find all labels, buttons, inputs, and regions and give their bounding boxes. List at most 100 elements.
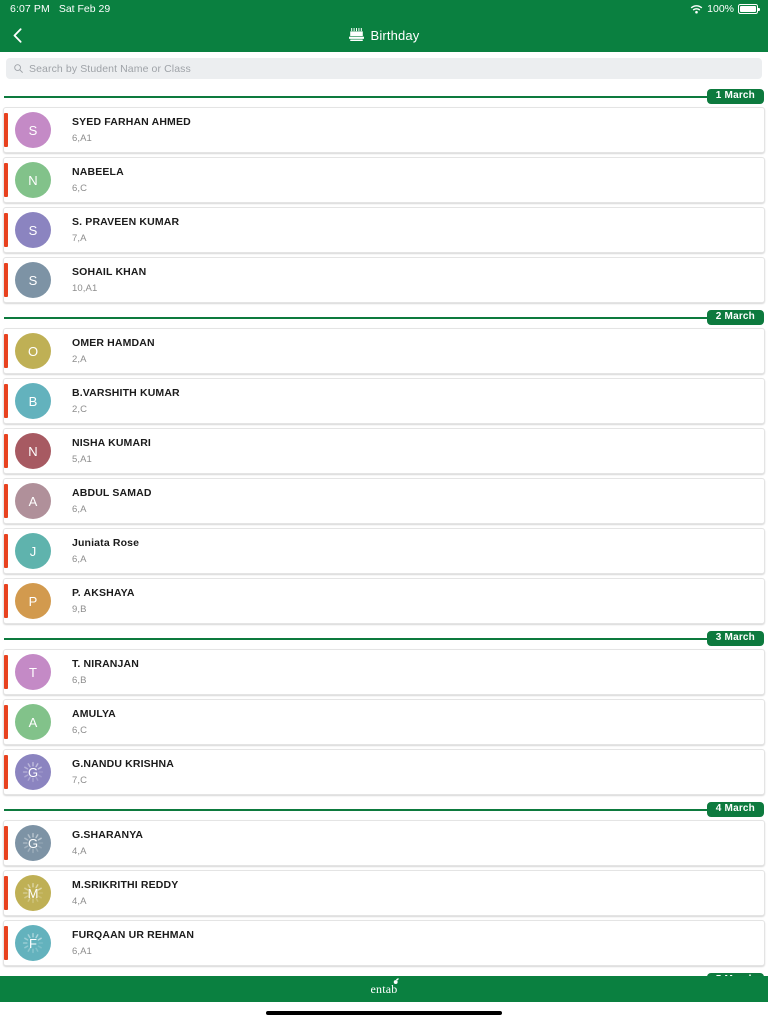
student-info: SOHAIL KHAN 10,A1 [72, 266, 146, 294]
student-row[interactable]: G G.SHARANYA 4,A [3, 820, 765, 866]
student-name: G.NANDU KRISHNA [72, 758, 174, 770]
battery-percent: 100% [707, 3, 734, 15]
student-info: B.VARSHITH KUMAR 2,C [72, 387, 180, 415]
student-class: 10,A1 [72, 283, 98, 294]
chevron-left-icon [13, 27, 21, 43]
student-row[interactable]: J Juniata Rose 6,A [3, 528, 765, 574]
student-name: T. NIRANJAN [72, 658, 139, 670]
student-row[interactable]: N NISHA KUMARI 5,A1 [3, 428, 765, 474]
date-badge: 3 March [706, 631, 764, 646]
student-name: M.SRIKRITHI REDDY [72, 879, 179, 891]
avatar-initial: A [28, 493, 38, 509]
date-separator: 4 March [0, 799, 768, 820]
student-row[interactable]: G G.NANDU KRISHNA 7,C [3, 749, 765, 795]
avatar-initial: J [29, 543, 37, 559]
nav-title-group: Birthday [0, 18, 768, 52]
student-class: 4,A [72, 896, 87, 907]
student-row[interactable]: F FURQAAN UR REHMAN 6,A1 [3, 920, 765, 966]
home-indicator[interactable] [266, 1011, 502, 1015]
back-button[interactable] [0, 18, 34, 52]
nav-bar: Birthday [0, 18, 768, 52]
avatar-initial: G [27, 835, 39, 851]
avatar: O [15, 333, 51, 369]
student-class: 6,A1 [72, 946, 92, 957]
student-row[interactable]: P P. AKSHAYA 9,B [3, 578, 765, 624]
student-row[interactable]: A AMULYA 6,C [3, 699, 765, 745]
avatar: N [15, 433, 51, 469]
student-row[interactable]: A ABDUL SAMAD 6,A [3, 478, 765, 524]
avatar-initial: G [27, 764, 39, 780]
date-badge: 5 March [706, 973, 764, 976]
student-info: AMULYA 6,C [72, 708, 116, 736]
student-class: 6,C [72, 725, 88, 736]
avatar: S [15, 262, 51, 298]
student-name: AMULYA [72, 708, 116, 720]
student-name: NABEELA [72, 166, 124, 178]
date-separator-line [4, 95, 764, 98]
student-row[interactable]: O OMER HAMDAN 2,A [3, 328, 765, 374]
avatar-initial: S [28, 222, 38, 238]
avatar-initial: M [27, 885, 39, 901]
student-info: NISHA KUMARI 5,A1 [72, 437, 151, 465]
avatar-initial: T [29, 664, 37, 680]
date-badge: 2 March [706, 310, 764, 325]
date-separator: 1 March [0, 86, 768, 107]
student-row[interactable]: N NABEELA 6,C [3, 157, 765, 203]
row-accent-bar [4, 755, 8, 789]
footer-bar: entab [0, 976, 768, 1002]
row-accent-bar [4, 534, 8, 568]
student-row[interactable]: B B.VARSHITH KUMAR 2,C [3, 378, 765, 424]
entab-logo: entab [371, 977, 399, 997]
student-row[interactable]: S SOHAIL KHAN 10,A1 [3, 257, 765, 303]
avatar: S [15, 212, 51, 248]
student-name: OMER HAMDAN [72, 337, 155, 349]
wifi-icon [690, 4, 703, 14]
avatar: T [15, 654, 51, 690]
row-accent-bar [4, 113, 8, 147]
student-name: Juniata Rose [72, 537, 140, 549]
app-root: 6:07 PM Sat Feb 29 100% Birthday Search … [0, 0, 768, 1024]
student-row[interactable]: S SYED FARHAN AHMED 6,A1 [3, 107, 765, 153]
avatar-initial: N [28, 172, 38, 188]
student-name: NISHA KUMARI [72, 437, 151, 449]
home-indicator-zone [0, 1002, 768, 1024]
student-class: 2,A [72, 354, 87, 365]
student-info: SYED FARHAN AHMED 6,A1 [72, 116, 191, 144]
avatar-initial: A [28, 714, 38, 730]
avatar: G [15, 754, 51, 790]
search-input[interactable]: Search by Student Name or Class [6, 58, 762, 79]
student-info: NABEELA 6,C [72, 166, 124, 194]
avatar: N [15, 162, 51, 198]
search-icon [14, 64, 23, 73]
student-name: SOHAIL KHAN [72, 266, 147, 278]
avatar: P [15, 583, 51, 619]
apple-leaf-icon [393, 977, 399, 984]
status-date: Sat Feb 29 [58, 3, 111, 15]
student-info: FURQAAN UR REHMAN 6,A1 [72, 929, 194, 957]
row-accent-bar [4, 584, 8, 618]
student-info: OMER HAMDAN 2,A [72, 337, 155, 365]
student-row[interactable]: T T. NIRANJAN 6,B [3, 649, 765, 695]
birthday-list[interactable]: 1 March S SYED FARHAN AHMED 6,A1 N NABEELA 6,C… [0, 86, 768, 976]
student-name: P. AKSHAYA [72, 587, 135, 599]
student-info: Juniata Rose 6,A [72, 537, 139, 565]
student-name: B.VARSHITH KUMAR [72, 387, 180, 399]
avatar-initial: O [27, 343, 39, 359]
avatar: M [15, 875, 51, 911]
student-class: 6,A [72, 504, 87, 515]
avatar: A [15, 704, 51, 740]
search-placeholder: Search by Student Name or Class [29, 62, 191, 75]
student-row[interactable]: M M.SRIKRITHI REDDY 4,A [3, 870, 765, 916]
date-separator: 5 March [0, 970, 768, 976]
student-row[interactable]: S S. PRAVEEN KUMAR 7,A [3, 207, 765, 253]
row-accent-bar [4, 876, 8, 910]
student-name: SYED FARHAN AHMED [72, 116, 191, 128]
student-class: 6,C [72, 183, 88, 194]
status-time: 6:07 PM [10, 3, 50, 15]
avatar: B [15, 383, 51, 419]
student-info: G.SHARANYA 4,A [72, 829, 143, 857]
student-class: 7,A [72, 233, 87, 244]
date-separator: 3 March [0, 628, 768, 649]
student-info: G.NANDU KRISHNA 7,C [72, 758, 174, 786]
student-class: 6,A1 [72, 133, 92, 144]
